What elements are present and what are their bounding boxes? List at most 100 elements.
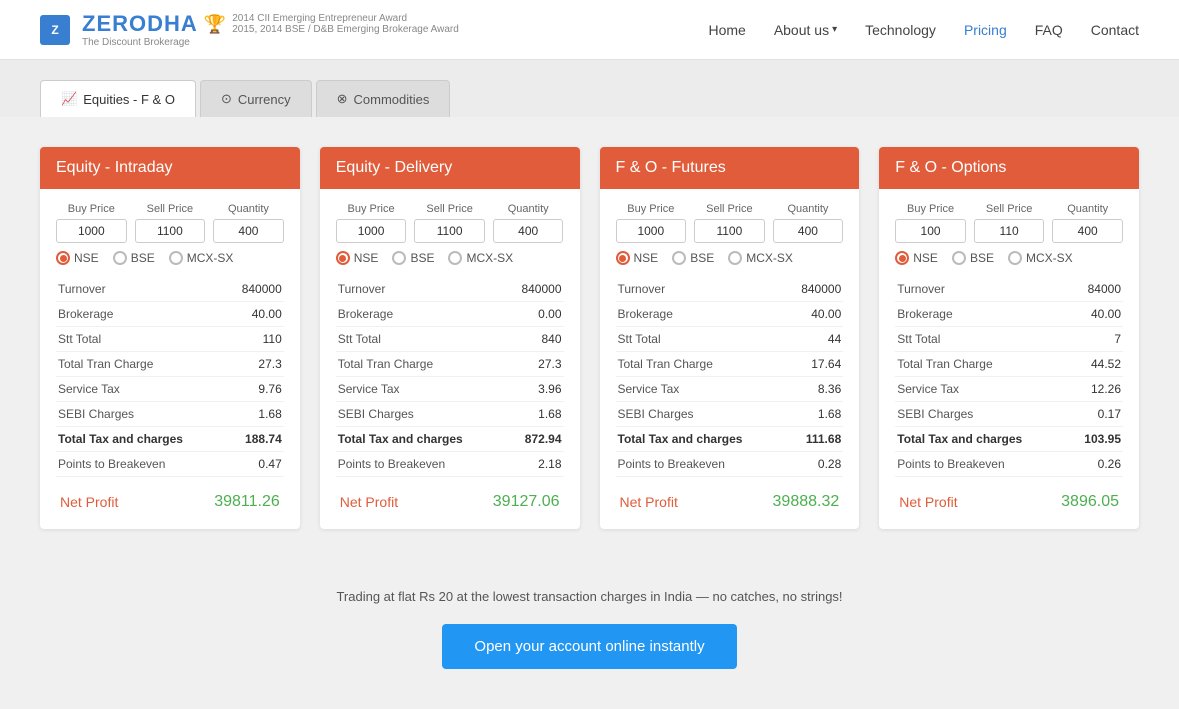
nav-contact[interactable]: Contact <box>1091 22 1139 38</box>
trophy-icon: 🏆 <box>204 14 226 35</box>
row-label: Total Tran Charge <box>336 352 506 377</box>
row-label: Brokerage <box>616 302 786 327</box>
radio-label-nse: NSE <box>913 251 938 265</box>
tab-equities-label: Equities - F & O <box>83 92 175 107</box>
footer-tagline: Trading at flat Rs 20 at the lowest tran… <box>40 589 1139 604</box>
radio-nse[interactable]: NSE <box>56 251 99 265</box>
row-label: SEBI Charges <box>56 402 226 427</box>
table-row: Total Tran Charge27.3 <box>336 352 564 377</box>
row-value: 27.3 <box>506 352 564 377</box>
nav-about[interactable]: About us ▾ <box>774 22 837 38</box>
row-value: 40.00 <box>785 302 843 327</box>
row-label: SEBI Charges <box>336 402 506 427</box>
tabs-section: 📈 Equities - F & O ⊙ Currency ⊗ Commodit… <box>0 60 1179 117</box>
row-value: 84000 <box>1068 277 1123 302</box>
label-buy-price-input: Buy Price <box>68 203 115 215</box>
row-value: 0.17 <box>1068 402 1123 427</box>
radio-dot-mcx-sx <box>728 251 742 265</box>
row-value: 40.00 <box>1068 302 1123 327</box>
net-profit-row: Net Profit3896.05 <box>895 481 1123 515</box>
table-row: SEBI Charges1.68 <box>336 402 564 427</box>
buy-price-input[interactable] <box>616 219 687 243</box>
radio-bse[interactable]: BSE <box>952 251 994 265</box>
buy-price-input[interactable] <box>336 219 407 243</box>
radio-label-bse: BSE <box>410 251 434 265</box>
net-profit-label: Net Profit <box>620 494 678 510</box>
nav-technology[interactable]: Technology <box>865 22 936 38</box>
label-quantity-input: Quantity <box>228 203 269 215</box>
radio-label-bse: BSE <box>970 251 994 265</box>
radio-mcxsx[interactable]: MCX-SX <box>728 251 793 265</box>
radio-label-nse: NSE <box>634 251 659 265</box>
quantity-input[interactable] <box>213 219 284 243</box>
awards: 2014 CII Emerging Entrepreneur Award 201… <box>232 13 459 35</box>
radio-nse[interactable]: NSE <box>336 251 379 265</box>
table-row: Total Tax and charges111.68 <box>616 427 844 452</box>
radio-mcxsx[interactable]: MCX-SX <box>169 251 234 265</box>
row-value: 1.68 <box>785 402 843 427</box>
nav-home[interactable]: Home <box>708 22 745 38</box>
brand-block: ZERODHA 🏆 2014 CII Emerging Entrepreneur… <box>82 11 459 48</box>
row-label: Turnover <box>56 277 226 302</box>
cards-row: Equity - Intraday Buy Price Sell Price Quan… <box>40 147 1139 529</box>
row-label: Stt Total <box>56 327 226 352</box>
radio-dot-bse <box>113 251 127 265</box>
radio-bse[interactable]: BSE <box>113 251 155 265</box>
quantity-input[interactable] <box>1052 219 1123 243</box>
radio-dot-mcx-sx <box>448 251 462 265</box>
row-value: 840 <box>506 327 564 352</box>
sell-price-input[interactable] <box>414 219 485 243</box>
row-value: 0.00 <box>506 302 564 327</box>
row-label: Stt Total <box>895 327 1068 352</box>
label-sell-price-input: Sell Price <box>147 203 193 215</box>
quantity-input[interactable] <box>773 219 844 243</box>
radio-label-mcx-sx: MCX-SX <box>187 251 234 265</box>
label-buy-price-input: Buy Price <box>348 203 395 215</box>
radio-bse[interactable]: BSE <box>672 251 714 265</box>
buy-price-input[interactable] <box>895 219 966 243</box>
radio-nse[interactable]: NSE <box>616 251 659 265</box>
buy-price-input[interactable] <box>56 219 127 243</box>
net-profit-value: 39811.26 <box>214 493 280 511</box>
cta-button[interactable]: Open your account online instantly <box>442 624 736 669</box>
nav-pricing[interactable]: Pricing <box>964 22 1007 38</box>
row-value: 110 <box>226 327 284 352</box>
radio-nse[interactable]: NSE <box>895 251 938 265</box>
card-header-fo-futures: F & O - Futures <box>600 147 860 189</box>
table-row: Points to Breakeven2.18 <box>336 452 564 477</box>
radio-mcxsx[interactable]: MCX-SX <box>448 251 513 265</box>
row-value: 188.74 <box>226 427 284 452</box>
table-row: Points to Breakeven0.26 <box>895 452 1123 477</box>
row-value: 27.3 <box>226 352 284 377</box>
sell-price-input[interactable] <box>974 219 1045 243</box>
table-row: Service Tax3.96 <box>336 377 564 402</box>
net-profit-row: Net Profit39811.26 <box>56 481 284 515</box>
price-col-quantity-input: Quantity <box>1052 203 1123 243</box>
sell-price-input[interactable] <box>135 219 206 243</box>
table-row: Brokerage0.00 <box>336 302 564 327</box>
tab-commodities[interactable]: ⊗ Commodities <box>316 80 451 117</box>
price-col-sell-price-input: Sell Price <box>135 203 206 243</box>
card-header-equity-intraday: Equity - Intraday <box>40 147 300 189</box>
row-value: 840000 <box>226 277 284 302</box>
quantity-input[interactable] <box>493 219 564 243</box>
radio-bse[interactable]: BSE <box>392 251 434 265</box>
charges-table: Turnover840000Brokerage0.00Stt Total840T… <box>336 277 564 477</box>
exchange-radio-group: NSE BSE MCX-SX <box>56 251 284 265</box>
row-value: 872.94 <box>506 427 564 452</box>
net-profit-label: Net Profit <box>340 494 398 510</box>
row-value: 1.68 <box>226 402 284 427</box>
tab-equities[interactable]: 📈 Equities - F & O <box>40 80 196 117</box>
sell-price-input[interactable] <box>694 219 765 243</box>
row-label: Turnover <box>336 277 506 302</box>
tab-currency[interactable]: ⊙ Currency <box>200 80 312 117</box>
radio-mcxsx[interactable]: MCX-SX <box>1008 251 1073 265</box>
table-row: Brokerage40.00 <box>895 302 1123 327</box>
row-value: 0.47 <box>226 452 284 477</box>
tab-commodities-label: Commodities <box>354 92 430 107</box>
table-row: Service Tax8.36 <box>616 377 844 402</box>
brand-tagline: The Discount Brokerage <box>82 37 459 48</box>
nav-faq[interactable]: FAQ <box>1035 22 1063 38</box>
row-label: Total Tran Charge <box>56 352 226 377</box>
row-label: Service Tax <box>56 377 226 402</box>
